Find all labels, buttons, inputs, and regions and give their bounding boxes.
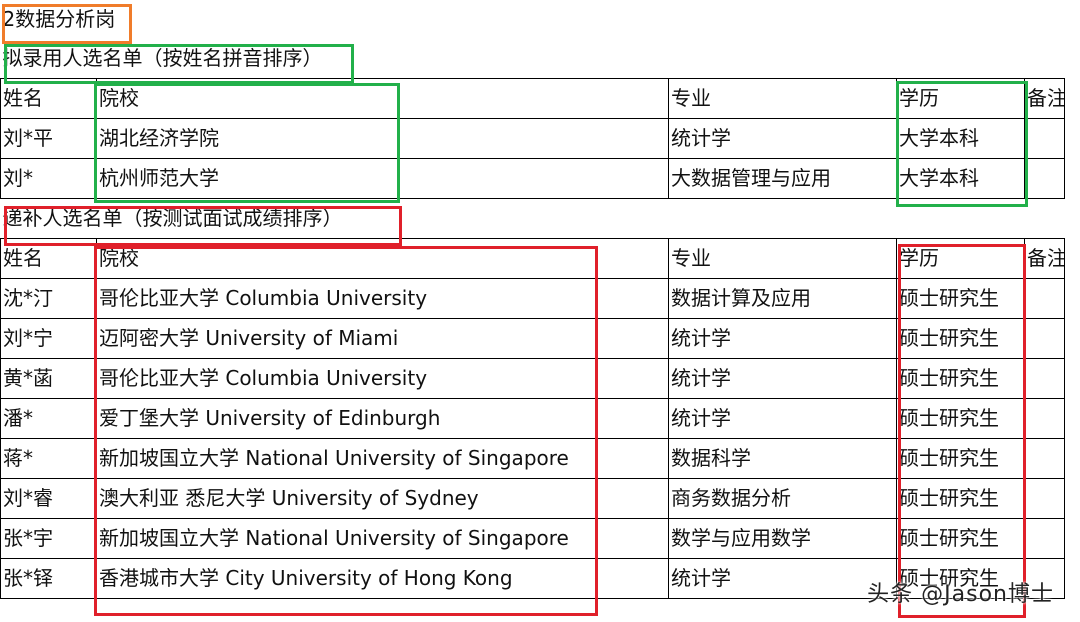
list2-cell: 统计学	[668, 318, 897, 359]
list1-cell	[1023, 158, 1066, 199]
list2-cell: 张*宇	[0, 518, 97, 559]
list1-header-row: 姓名 院校 专业 学历 备注	[0, 78, 1066, 119]
list2-cell: 张*铎	[0, 558, 97, 599]
list2-cell: 硕士研究生	[896, 398, 1025, 439]
list1-cell: 大数据管理与应用	[668, 158, 897, 199]
list2-header-row: 姓名 院校 专业 学历 备注	[0, 238, 1066, 279]
list2-cell: 硕士研究生	[896, 318, 1025, 359]
list1-cell: 大学本科	[896, 118, 1025, 159]
list1-cell: 统计学	[668, 118, 897, 159]
list2-cell: 爱丁堡大学 University of Edinburgh	[96, 398, 669, 439]
list1-header-cell: 姓名	[0, 78, 97, 119]
list1-title-row: 拟录用人选名单（按姓名拼音排序）	[1, 39, 1065, 79]
list2-row: 黄*菡 哥伦比亚大学 Columbia University 统计学 硕士研究生	[0, 358, 1066, 399]
list2-header-cell: 院校	[96, 238, 669, 279]
list2-header-cell: 姓名	[0, 238, 97, 279]
list2-cell: 哥伦比亚大学 Columbia University	[96, 278, 669, 319]
list1-row: 刘* 杭州师范大学 大数据管理与应用 大学本科	[0, 158, 1066, 199]
list2-row: 刘*宁 迈阿密大学 University of Miami 统计学 硕士研究生	[0, 318, 1066, 359]
list1-header-cell: 学历	[896, 78, 1025, 119]
list1-cell	[1023, 118, 1066, 159]
list2-cell: 硕士研究生	[896, 358, 1025, 399]
list1-header-cell: 专业	[668, 78, 897, 119]
list2-cell: 澳大利亚 悉尼大学 University of Sydney	[96, 478, 669, 519]
list1-cell: 刘*平	[0, 118, 97, 159]
list2-header-cell: 专业	[668, 238, 897, 279]
list2-cell	[1023, 278, 1066, 319]
watermark: 头条 @Jason博士	[867, 582, 1054, 607]
list2-cell: 新加坡国立大学 National University of Singapore	[96, 518, 669, 559]
list2-cell	[1023, 318, 1066, 359]
list2-row: 蒋* 新加坡国立大学 National University of Singapo…	[0, 438, 1066, 479]
list2-row: 潘* 爱丁堡大学 University of Edinburgh 统计学 硕士研究生	[0, 398, 1066, 439]
list1-cell: 杭州师范大学	[96, 158, 669, 199]
list2-cell: 潘*	[0, 398, 97, 439]
candidate-table: 2数据分析岗 拟录用人选名单（按姓名拼音排序） 姓名 院校 专业 学历 备注 刘*平 湖北经济学…	[0, 0, 1066, 599]
list2-cell	[1023, 478, 1066, 519]
list2-cell: 刘*宁	[0, 318, 97, 359]
list2-cell: 刘*睿	[0, 478, 97, 519]
section-title: 2数据分析岗	[2, 7, 116, 31]
section-title-row: 2数据分析岗	[1, 0, 1065, 39]
list2-cell: 硕士研究生	[896, 278, 1025, 319]
list1-cell: 大学本科	[896, 158, 1025, 199]
list1-cell: 刘*	[0, 158, 97, 199]
list2-cell: 硕士研究生	[896, 438, 1025, 479]
list1-title: 拟录用人选名单（按姓名拼音排序）	[2, 46, 323, 70]
list2-cell	[1023, 358, 1066, 399]
list2-header-cell: 备注	[1023, 238, 1066, 279]
list2-cell: 数据科学	[668, 438, 897, 479]
list2-cell: 硕士研究生	[896, 518, 1025, 559]
list2-cell: 蒋*	[0, 438, 97, 479]
list2-cell: 商务数据分析	[668, 478, 897, 519]
list2-cell	[1023, 398, 1066, 439]
list2-row: 刘*睿 澳大利亚 悉尼大学 University of Sydney 商务数据分析硕…	[0, 478, 1066, 519]
list1-header-cell: 院校	[96, 78, 669, 119]
list2-cell: 哥伦比亚大学 Columbia University	[96, 358, 669, 399]
list2-cell: 硕士研究生	[896, 478, 1025, 519]
list2-cell: 统计学	[668, 398, 897, 439]
list2-cell: 新加坡国立大学 National University of Singapore	[96, 438, 669, 479]
list2-cell: 统计学	[668, 558, 897, 599]
list2-cell: 统计学	[668, 358, 897, 399]
list2-header-cell: 学历	[896, 238, 1025, 279]
list2-title-row: 递补人选名单（按测试面试成绩排序）	[1, 199, 1065, 239]
list2-cell: 数据计算及应用	[668, 278, 897, 319]
list2-cell: 沈*汀	[0, 278, 97, 319]
list2-cell: 数学与应用数学	[668, 518, 897, 559]
list2-cell	[1023, 518, 1066, 559]
list2-cell	[1023, 438, 1066, 479]
spreadsheet-screenshot: 2数据分析岗 拟录用人选名单（按姓名拼音排序） 姓名 院校 专业 学历 备注 刘*平 湖北经济学…	[0, 0, 1080, 622]
list2-row: 张*宇 新加坡国立大学 National University of Singap…	[0, 518, 1066, 559]
list2-row: 沈*汀 哥伦比亚大学 Columbia University 数据计算及应用 硕士研究…	[0, 278, 1066, 319]
list2-title: 递补人选名单（按测试面试成绩排序）	[2, 206, 343, 230]
list1-header-cell: 备注	[1023, 78, 1066, 119]
list1-row: 刘*平 湖北经济学院 统计学 大学本科	[0, 118, 1066, 159]
list1-cell: 湖北经济学院	[96, 118, 669, 159]
list2-cell: 黄*菡	[0, 358, 97, 399]
list2-cell: 迈阿密大学 University of Miami	[96, 318, 669, 359]
list2-cell: 香港城市大学 City University of Hong Kong	[96, 558, 669, 599]
